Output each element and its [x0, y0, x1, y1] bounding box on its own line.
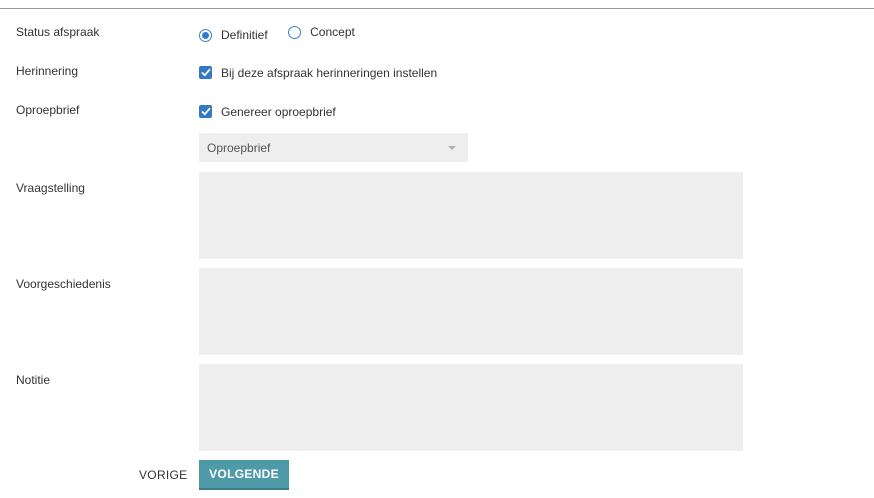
reminder-checkbox-box[interactable]: [199, 66, 212, 79]
reminder-checkbox[interactable]: Bij deze afspraak herinneringen instelle…: [199, 66, 437, 80]
reminder-label: Herinnering: [16, 64, 79, 78]
status-radio-group: Definitief Concept: [199, 25, 355, 44]
question-label: Vraagstelling: [16, 181, 85, 195]
letter-select[interactable]: Oproepbrief: [199, 133, 468, 162]
history-textarea[interactable]: [199, 268, 743, 355]
radio-concept-label: Concept: [310, 25, 355, 39]
letter-checkbox[interactable]: Genereer oproepbrief: [199, 105, 336, 119]
radio-definitief[interactable]: Definitief: [199, 28, 268, 42]
radio-selected-dot: [202, 31, 209, 39]
checkmark-icon: [200, 107, 211, 116]
history-label: Voorgeschiedenis: [16, 277, 111, 291]
letter-checkbox-label: Genereer oproepbrief: [221, 104, 336, 119]
top-border: [0, 0, 874, 9]
next-button[interactable]: VOLGENDE: [199, 460, 289, 490]
previous-button[interactable]: VORIGE: [139, 461, 187, 489]
letter-select-value: Oproepbrief: [207, 140, 271, 155]
question-textarea[interactable]: [199, 172, 743, 259]
status-label: Status afspraak: [16, 25, 100, 39]
letter-checkbox-box[interactable]: [199, 105, 212, 118]
note-textarea[interactable]: [199, 364, 743, 451]
radio-concept[interactable]: Concept: [288, 25, 355, 39]
reminder-checkbox-label: Bij deze afspraak herinneringen instelle…: [221, 65, 438, 80]
radio-definitief-button[interactable]: [199, 28, 212, 42]
note-label: Notitie: [16, 373, 51, 387]
chevron-down-icon: [448, 146, 456, 150]
letter-label: Oproepbrief: [16, 103, 80, 117]
checkmark-icon: [200, 68, 211, 77]
radio-definitief-label: Definitief: [221, 28, 268, 42]
radio-concept-button[interactable]: [288, 25, 302, 39]
